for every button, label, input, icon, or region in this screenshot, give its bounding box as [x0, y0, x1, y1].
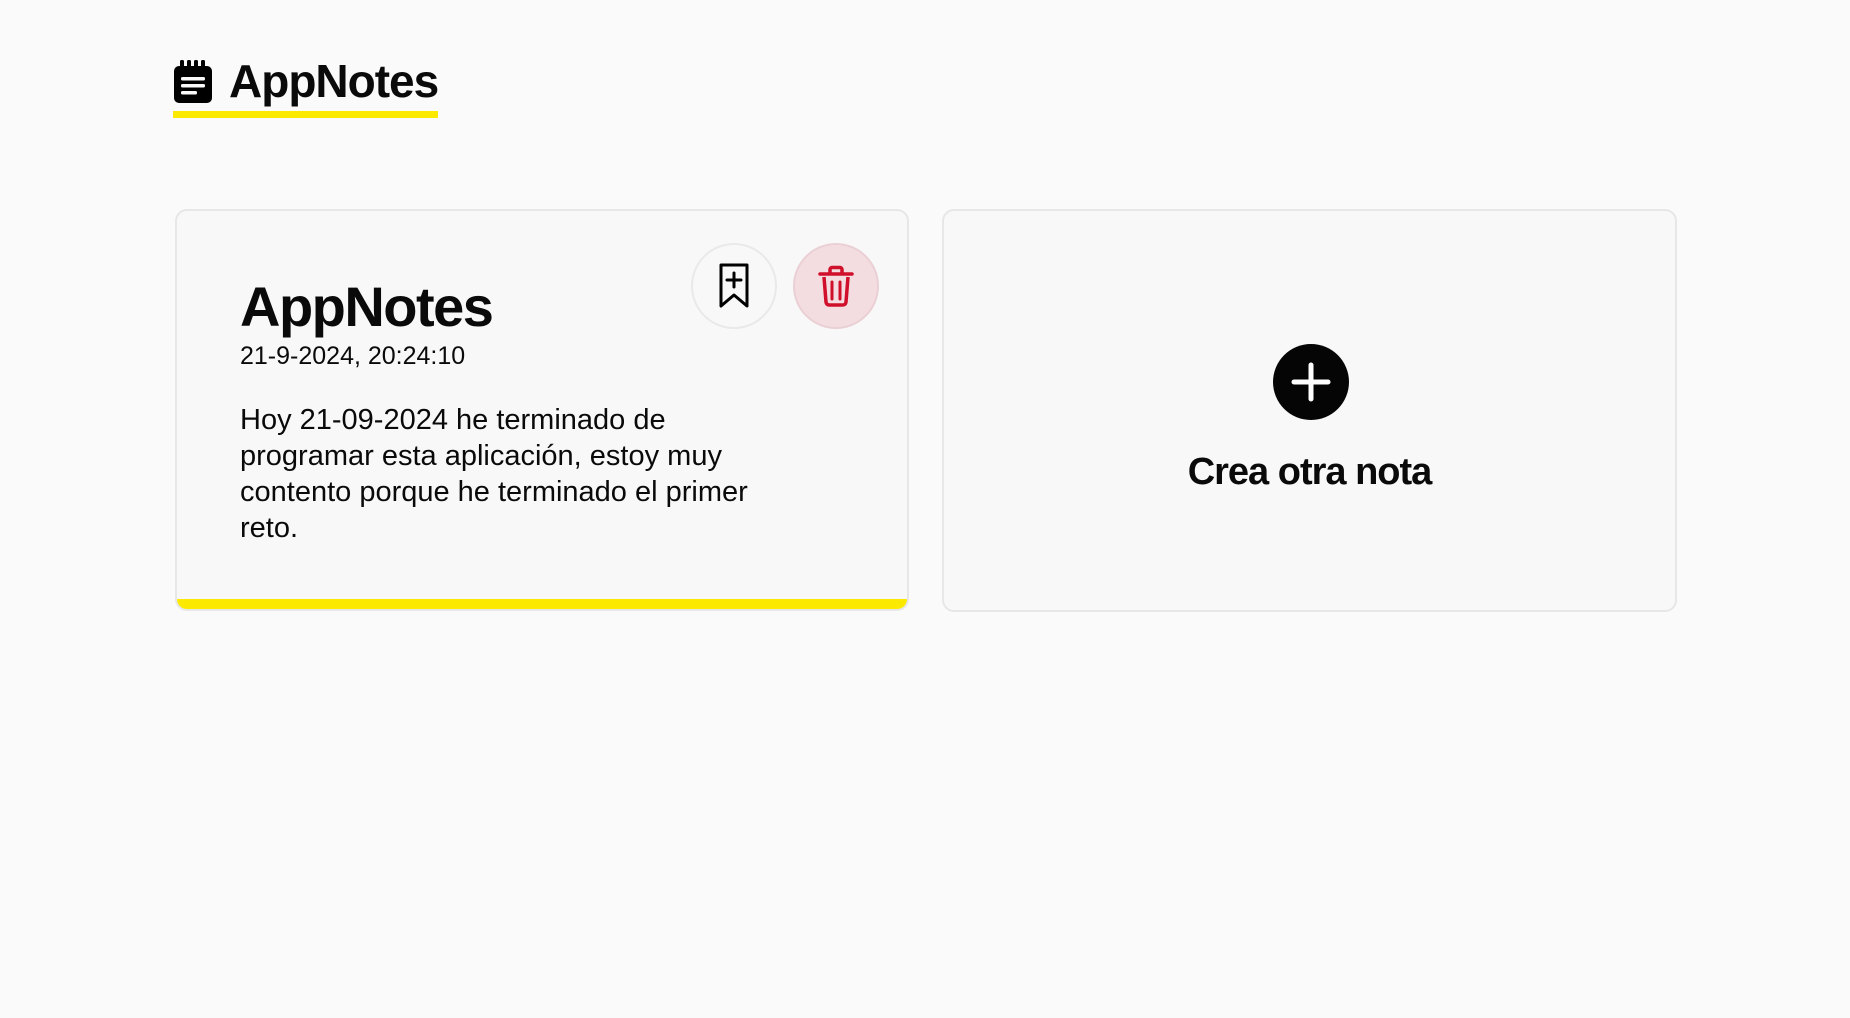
create-note-label: Crea otra nota	[1187, 451, 1433, 493]
plus-circle-icon[interactable]	[1273, 344, 1349, 420]
note-title: AppNotes	[240, 275, 494, 338]
trash-icon	[818, 265, 854, 307]
app-title: AppNotes	[229, 55, 439, 107]
notepad-icon	[174, 60, 212, 103]
bookmark-plus-icon	[719, 263, 749, 308]
note-card[interactable]: AppNotes 21-9-2024, 20:24:10 Hoy 21-09-2…	[175, 209, 909, 611]
plus-icon	[1291, 362, 1331, 402]
app-header: AppNotes	[173, 52, 439, 118]
page: AppNotes AppNotes 21-9-2024, 20:24:10 Ho…	[0, 0, 1850, 1018]
bookmark-button[interactable]	[691, 243, 777, 329]
delete-button[interactable]	[793, 243, 879, 329]
note-date: 21-9-2024, 20:24:10	[240, 342, 466, 370]
note-body: Hoy 21-09-2024 he terminado de programar…	[240, 404, 748, 544]
create-note-card[interactable]: Crea otra nota	[942, 209, 1677, 612]
